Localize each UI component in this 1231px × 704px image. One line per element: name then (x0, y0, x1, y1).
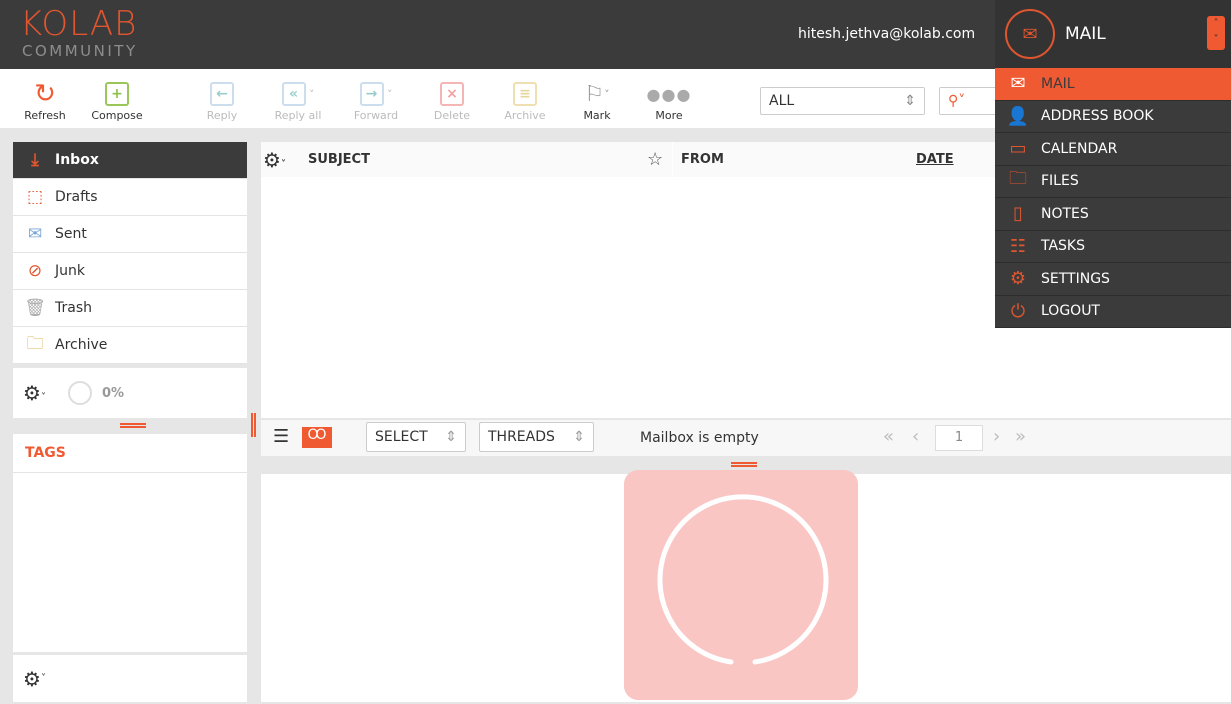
tasks-icon: ☷ (1009, 235, 1027, 257)
folder-trash[interactable]: 🗑 Trash (13, 290, 247, 327)
loading-logo (624, 470, 858, 700)
refresh-button[interactable]: ↻ Refresh (13, 79, 77, 122)
select-dropdown[interactable]: SELECT ⇕ (366, 422, 466, 452)
folder-inbox[interactable]: ⤓ Inbox (13, 142, 247, 179)
list-options-icon[interactable]: ⚙˅ (263, 148, 286, 172)
app-menu: ✉ MAIL ˄ ˅ ✉ MAIL 👤 ADDRESS BOOK ▭ CALENDAR 🗀 FI… (995, 0, 1231, 328)
inbox-icon: ⤓ (31, 150, 39, 170)
archive-button[interactable]: ≡ Archive (493, 79, 557, 122)
next-page-icon[interactable]: › (993, 426, 1000, 447)
logout-icon: ⏻ (1010, 300, 1026, 322)
tags-title: TAGS (13, 434, 247, 473)
threads-toggle-icon[interactable]: Ꝏ (302, 427, 332, 448)
column-subject[interactable]: SUBJECT (308, 152, 370, 167)
junk-icon: ⊘ (27, 261, 43, 281)
delete-icon: × (440, 82, 464, 106)
quota-icon (67, 381, 92, 405)
mail-icon: ✉ (1010, 73, 1026, 95)
forward-button[interactable]: → ˅ Forward (344, 79, 408, 122)
resize-handle[interactable] (120, 423, 146, 428)
menu-item-mail[interactable]: ✉ MAIL (995, 68, 1231, 101)
archive-icon: ≡ (513, 82, 537, 106)
archive-icon: 🗀 (26, 333, 44, 354)
folder-junk[interactable]: ⊘ Junk (13, 253, 247, 290)
filter-select[interactable]: ALL ⇕ (760, 87, 925, 115)
logo-subtitle: COMMUNITY (22, 42, 138, 60)
loading-ring-icon (657, 494, 829, 665)
menu-item-files[interactable]: 🗀 FILES (995, 166, 1231, 198)
menu-item-tasks[interactable]: ☷ TASKS (995, 231, 1231, 263)
folder-sent[interactable]: ✉ Sent (13, 216, 247, 253)
folder-settings-button[interactable]: ⚙˅ (23, 381, 46, 405)
list-footer: ☰ Ꝏ SELECT ⇕ THREADS ⇕ Mailbox is empty « … (261, 420, 1231, 456)
compose-icon: + (105, 82, 129, 106)
address-book-icon: 👤 (1006, 105, 1030, 127)
page-input[interactable]: 1 (935, 425, 983, 451)
compose-button[interactable]: + Compose (85, 79, 149, 122)
first-page-icon[interactable]: « (883, 426, 894, 447)
folder-list: ⤓ Inbox ⬚ Drafts ✉ Sent ⊘ Junk 🗑 Trash 🗀 Archive (13, 142, 247, 364)
user-email[interactable]: hitesh.jethva@kolab.com (798, 26, 975, 42)
menu-item-calendar[interactable]: ▭ CALENDAR (995, 133, 1231, 166)
menu-item-notes[interactable]: ▯ NOTES (995, 198, 1231, 231)
folder-archive[interactable]: 🗀 Archive (13, 327, 247, 364)
quota: 0% (67, 381, 124, 405)
menu-item-address-book[interactable]: 👤 ADDRESS BOOK (995, 101, 1231, 133)
more-button[interactable]: ●●● More (637, 79, 701, 123)
vertical-resize-handle[interactable] (251, 413, 256, 437)
tags-settings-button[interactable]: ⚙ ˅ (13, 655, 69, 702)
reply-button[interactable]: ← Reply (190, 79, 254, 122)
menu-icon[interactable]: ☰ (273, 426, 289, 447)
threads-dropdown[interactable]: THREADS ⇕ (479, 422, 594, 452)
notes-icon: ▯ (1013, 203, 1023, 225)
refresh-icon: ↻ (34, 79, 56, 109)
status-text: Mailbox is empty (640, 430, 759, 446)
flag-icon: ⚐ (584, 81, 605, 107)
preview-pane (261, 470, 1231, 702)
reply-all-icon: « (281, 82, 306, 106)
reply-all-button[interactable]: « ˅ Reply all (266, 79, 330, 122)
app-menu-toggle[interactable]: ✉ MAIL ˄ ˅ (995, 0, 1231, 68)
folder-footer: ⚙˅ 0% (13, 368, 247, 418)
folder-drafts[interactable]: ⬚ Drafts (13, 179, 247, 216)
more-icon: ●●● (646, 84, 692, 104)
search-options-button[interactable]: ⚲˅ (939, 87, 999, 115)
sent-icon: ✉ (27, 224, 43, 244)
logo: KOLAB (20, 4, 138, 44)
column-from[interactable]: FROM (681, 152, 724, 167)
tags-panel: TAGS (13, 434, 247, 652)
reply-icon: ← (210, 82, 234, 106)
column-date[interactable]: DATE (916, 152, 954, 167)
delete-button[interactable]: × Delete (420, 79, 484, 122)
mark-button[interactable]: ⚐ ˅ Mark (565, 79, 629, 123)
menu-item-settings[interactable]: ⚙ SETTINGS (995, 263, 1231, 296)
search-icon: ⚲˅ (948, 93, 966, 109)
settings-icon: ⚙ (1009, 268, 1027, 290)
menu-item-logout[interactable]: ⏻ LOGOUT (995, 296, 1231, 328)
forward-icon: → (359, 82, 384, 106)
mail-icon: ✉ (1005, 9, 1055, 59)
preview-resize-handle[interactable] (731, 462, 757, 467)
prev-page-icon[interactable]: ‹ (912, 426, 919, 447)
last-page-icon[interactable]: » (1015, 426, 1026, 447)
menu-arrows-icon[interactable]: ˄ ˅ (1207, 16, 1225, 50)
files-icon: 🗀 (1009, 168, 1027, 190)
flag-column-star-icon[interactable]: ☆ (647, 149, 663, 170)
drafts-icon: ⬚ (26, 187, 44, 207)
current-app: MAIL (1065, 24, 1106, 44)
trash-icon: 🗑 (24, 298, 46, 318)
calendar-icon: ▭ (1009, 138, 1027, 160)
